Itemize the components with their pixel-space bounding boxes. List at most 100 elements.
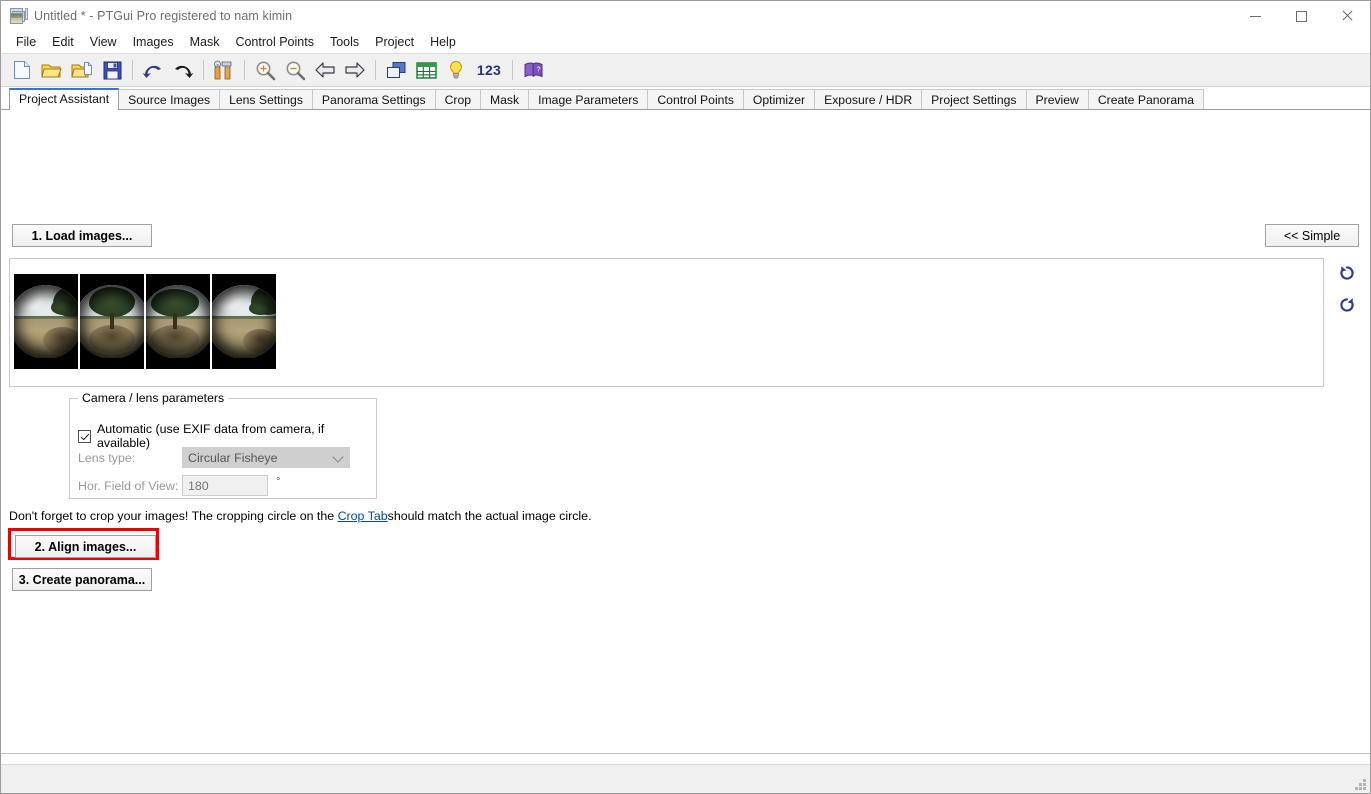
menu-item-view[interactable]: View <box>82 32 125 52</box>
rotate-clockwise-button[interactable] <box>1336 294 1358 316</box>
lightbulb-icon <box>450 60 462 79</box>
tab-panorama-settings[interactable]: Panorama Settings <box>311 89 436 109</box>
toolbar-separator-3 <box>244 60 245 80</box>
open-project-button[interactable] <box>37 56 67 84</box>
undo-icon <box>142 65 161 78</box>
automatic-exif-label: Automatic (use EXIF data from camera, if… <box>97 422 325 450</box>
previous-button[interactable] <box>310 56 340 84</box>
help-book-icon: ? <box>524 62 542 77</box>
thumbnail-image-3[interactable] <box>146 274 210 369</box>
lens-type-select[interactable]: Circular Fisheye <box>182 447 350 468</box>
tab-optimizer[interactable]: Optimizer <box>742 89 816 109</box>
crop-tab-link[interactable]: Crop Tab <box>338 509 388 523</box>
tab-source-images[interactable]: Source Images <box>118 89 221 109</box>
lens-type-row: Lens type: Circular Fisheye <box>78 447 350 468</box>
help-book-button[interactable]: ? <box>518 56 548 84</box>
menu-item-edit[interactable]: Edit <box>44 32 82 52</box>
crop-hint-text: Don't forget to crop your images! The cr… <box>9 509 592 523</box>
new-project-button[interactable] <box>7 56 37 84</box>
zoom-out-icon <box>286 61 305 80</box>
tab-mask[interactable]: Mask <box>480 89 530 109</box>
automatic-exif-row[interactable]: Automatic (use EXIF data from camera, if… <box>78 422 376 450</box>
field-of-view-row: Hor. Field of View: 180 ° <box>78 475 280 496</box>
layers-icon <box>386 61 405 78</box>
close-icon <box>1341 10 1353 22</box>
tab-project-assistant[interactable]: Project Assistant <box>9 88 120 110</box>
tab-lens-settings[interactable]: Lens Settings <box>219 89 313 109</box>
menu-item-file[interactable]: File <box>8 32 44 52</box>
toolbar-separator-1 <box>132 60 133 80</box>
chevron-down-icon <box>332 451 344 463</box>
numbers-123-button[interactable]: 123 <box>471 56 507 84</box>
zoom-in-button[interactable] <box>250 56 280 84</box>
tab-crop[interactable]: Crop <box>434 89 481 109</box>
svg-text:?: ? <box>536 66 540 73</box>
field-of-view-input[interactable]: 180 <box>182 475 268 496</box>
zoom-out-button[interactable] <box>280 56 310 84</box>
layers-button[interactable] <box>381 56 411 84</box>
thumbnail-list <box>14 274 276 369</box>
resize-grip-icon[interactable] <box>1353 777 1366 790</box>
rotate-clockwise-icon <box>1340 298 1354 312</box>
automatic-exif-checkbox[interactable] <box>78 429 91 443</box>
save-project-button[interactable] <box>97 56 127 84</box>
tab-create-panorama[interactable]: Create Panorama <box>1087 89 1205 109</box>
lens-type-value: Circular Fisheye <box>188 450 278 465</box>
menu-item-control-points[interactable]: Control Points <box>227 32 322 52</box>
open-project-icon <box>41 64 62 77</box>
toolbar-separator-4 <box>375 60 376 80</box>
title-bar: Untitled * - PTGui Pro registered to nam… <box>1 1 1370 31</box>
crop-hint-before: Don't forget to crop your images! The cr… <box>9 509 338 523</box>
menu-item-mask[interactable]: Mask <box>182 32 228 52</box>
open-template-icon <box>71 61 92 77</box>
thumbnail-image-1[interactable] <box>14 274 78 369</box>
align-images-button[interactable]: 2. Align images... <box>15 535 156 558</box>
minimize-button[interactable] <box>1232 1 1278 31</box>
table-button[interactable] <box>411 56 441 84</box>
rotate-counterclockwise-button[interactable] <box>1336 262 1358 284</box>
toolbar-separator-5 <box>512 60 513 80</box>
open-template-button[interactable] <box>67 56 97 84</box>
tab-control-points[interactable]: Control Points <box>647 89 744 109</box>
window-title: Untitled * - PTGui Pro registered to nam… <box>34 9 293 23</box>
thumbnail-image-2[interactable] <box>80 274 144 369</box>
close-button[interactable] <box>1324 1 1370 31</box>
align-images-highlight: 2. Align images... <box>8 528 159 560</box>
lens-type-label: Lens type: <box>78 450 136 465</box>
lightbulb-button[interactable] <box>441 56 471 84</box>
tab-project-settings[interactable]: Project Settings <box>921 89 1027 109</box>
redo-button[interactable] <box>168 56 198 84</box>
menu-item-tools[interactable]: Tools <box>322 32 367 52</box>
create-panorama-button[interactable]: 3. Create panorama... <box>12 568 152 591</box>
previous-icon <box>315 62 335 78</box>
menu-item-images[interactable]: Images <box>125 32 182 52</box>
undo-button[interactable] <box>138 56 168 84</box>
toolbar-separator-2 <box>203 60 204 80</box>
window-controls <box>1232 1 1370 31</box>
numbers-123-icon: 123 <box>476 62 502 78</box>
menu-bar: File Edit View Images Mask Control Point… <box>1 31 1370 54</box>
menu-item-help[interactable]: Help <box>422 32 464 52</box>
thumbnail-strip[interactable] <box>9 258 1324 387</box>
minimize-icon <box>1249 15 1261 17</box>
tab-exposure-hdr[interactable]: Exposure / HDR <box>814 89 923 109</box>
zoom-in-icon <box>256 61 275 80</box>
ptgui-main-window: Untitled * - PTGui Pro registered to nam… <box>0 0 1371 794</box>
toolbar: 123 ? <box>1 54 1370 87</box>
camera-lens-group-title: Camera / lens parameters <box>78 391 229 405</box>
load-images-button[interactable]: 1. Load images... <box>12 224 152 247</box>
rotate-controls <box>1336 262 1358 316</box>
tab-image-parameters[interactable]: Image Parameters <box>528 89 649 109</box>
tab-preview[interactable]: Preview <box>1025 89 1089 109</box>
menu-item-project[interactable]: Project <box>367 32 422 52</box>
save-project-icon <box>103 61 121 79</box>
next-icon <box>345 62 365 78</box>
simple-mode-toggle-button[interactable]: << Simple <box>1265 224 1359 247</box>
thumbnail-image-4[interactable] <box>212 274 276 369</box>
bottom-pane <box>1 753 1370 764</box>
tools-button[interactable] <box>209 56 239 84</box>
next-button[interactable] <box>340 56 370 84</box>
maximize-button[interactable] <box>1278 1 1324 31</box>
crop-hint-after: should match the actual image circle. <box>387 509 592 523</box>
app-icon <box>10 8 28 24</box>
